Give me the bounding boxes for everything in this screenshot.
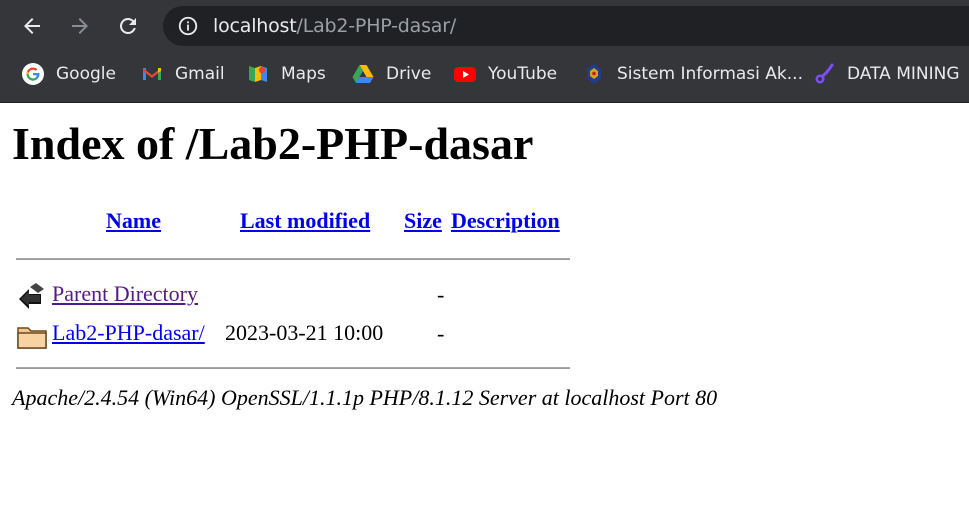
- divider: [16, 258, 570, 260]
- info-icon[interactable]: [177, 15, 199, 37]
- bookmark-sistem-informasi[interactable]: Sistem Informasi Ak...: [582, 62, 803, 86]
- bookmark-label: Google: [56, 64, 116, 84]
- bookmark-gmail[interactable]: Gmail: [140, 62, 225, 86]
- address-bar[interactable]: localhost/Lab2-PHP-dasar/: [163, 6, 969, 46]
- bookmark-maps[interactable]: Maps: [246, 62, 326, 86]
- bookmark-google[interactable]: Google: [21, 62, 116, 86]
- university-icon: [582, 62, 606, 86]
- back-button[interactable]: [18, 12, 46, 40]
- gmail-icon: [140, 62, 164, 86]
- table-cell-last-modified: 2023-03-21 10:00: [225, 320, 384, 345]
- bookmark-drive[interactable]: Drive: [351, 62, 431, 86]
- arrow-right-icon: [72, 18, 88, 34]
- maps-icon: [246, 62, 270, 86]
- browser-chrome: localhost/Lab2-PHP-dasar/ Google Gmail M…: [0, 0, 969, 103]
- forward-button[interactable]: [66, 12, 94, 40]
- sort-by-last-modified-link[interactable]: Last modified: [240, 208, 370, 234]
- bookmark-label: YouTube: [488, 64, 558, 84]
- bookmark-label: Gmail: [175, 64, 225, 84]
- bookmarks-bar: Google Gmail Maps Drive YouTube Sistem I…: [0, 56, 969, 92]
- browser-toolbar: localhost/Lab2-PHP-dasar/: [0, 0, 969, 52]
- arrow-left-icon: [24, 18, 40, 34]
- bookmark-label: Sistem Informasi Ak...: [617, 64, 803, 84]
- bookmark-label: Maps: [281, 64, 326, 84]
- sort-by-size-link[interactable]: Size: [404, 208, 442, 234]
- divider: [16, 367, 570, 369]
- google-icon: [21, 62, 45, 86]
- bookmark-data-mining[interactable]: DATA MINING: [812, 62, 960, 86]
- parent-directory-link[interactable]: Parent Directory: [52, 281, 198, 307]
- back-arrow-icon: [19, 283, 44, 309]
- table-cell-size: -: [437, 282, 445, 307]
- url-text: localhost/Lab2-PHP-dasar/: [213, 14, 456, 38]
- server-signature: Apache/2.4.54 (Win64) OpenSSL/1.1.1p PHP…: [12, 385, 718, 410]
- reload-icon: [119, 17, 136, 34]
- bookmark-label: DATA MINING: [847, 64, 960, 84]
- reload-button[interactable]: [114, 12, 142, 40]
- bookmark-label: Drive: [386, 64, 432, 84]
- sort-by-name-link[interactable]: Name: [106, 208, 161, 234]
- sort-by-description-link[interactable]: Description: [451, 208, 560, 234]
- url-host: localhost: [213, 15, 297, 37]
- drive-icon: [351, 62, 375, 86]
- url-path: /Lab2-PHP-dasar/: [296, 15, 457, 37]
- bookmark-youtube[interactable]: YouTube: [453, 62, 557, 86]
- table-cell-size: -: [437, 321, 445, 346]
- youtube-icon: [453, 62, 477, 86]
- folder-link[interactable]: Lab2-PHP-dasar/: [52, 320, 205, 346]
- folder-icon: [17, 327, 47, 349]
- page-title: Index of /Lab2-PHP-dasar: [12, 118, 534, 169]
- data-mining-icon: [812, 62, 836, 86]
